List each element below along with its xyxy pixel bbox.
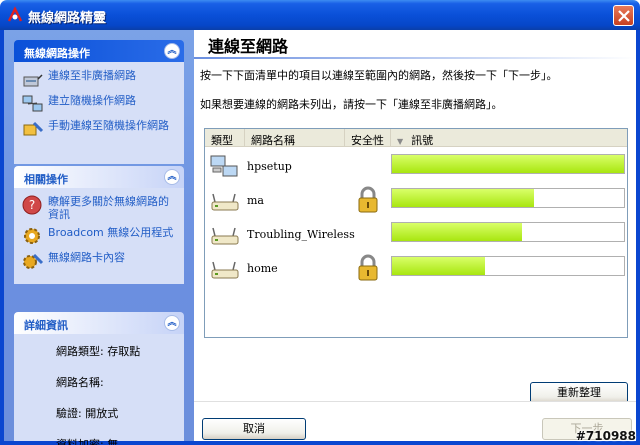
wireless-tasks-panel: 無線網路操作 ︽ 連線至非廣播網路 建立隨機操作網路 手動連線至隨機操作網路 [14, 40, 184, 164]
network-ssid: ma [247, 194, 264, 207]
lock-icon [358, 254, 378, 281]
details-header[interactable]: 詳細資訊 ︽ [14, 312, 184, 334]
window-title: 無線網路精靈 [28, 11, 107, 26]
panel-title: 相關操作 [24, 173, 68, 186]
detail-authentication: 驗證: 開放式 [56, 407, 119, 420]
network-list[interactable]: 類型 網路名稱 安全性 ▼ 訊號 hpsetup ma Troubling_Wirel… [204, 128, 628, 338]
related-tasks-panel: 相關操作 ︽ ? 瞭解更多關於無線網路的資訊 Broadcom 無線公用程式 無… [14, 166, 184, 284]
task-label: 瞭解更多關於無線網路的資訊 [48, 195, 169, 221]
panel-body: ? 瞭解更多關於無線網路的資訊 Broadcom 無線公用程式 無線網路卡內容 [14, 188, 184, 284]
task-label: 建立隨機操作網路 [48, 94, 136, 107]
panel-title: 無線網路操作 [24, 47, 90, 60]
task-label: 手動連線至隨機操作網路 [48, 119, 169, 132]
detail-network-type: 網路類型: 存取點 [56, 345, 141, 358]
column-ssid[interactable]: 網路名稱 [245, 129, 345, 147]
wireless-tasks-header[interactable]: 無線網路操作 ︽ [14, 40, 184, 62]
svg-text:?: ? [29, 198, 35, 212]
network-connect-icon [23, 74, 43, 87]
watermark: #710988 [575, 429, 636, 443]
task-label: Broadcom 無線公用程式 [48, 226, 174, 239]
wizard-button-bar: 取消 下一步 [194, 401, 636, 441]
title-bar[interactable]: 無線網路精靈 [0, 0, 640, 30]
column-signal[interactable]: ▼ 訊號 [391, 129, 629, 147]
network-row[interactable]: home [205, 252, 627, 284]
signal-strength-bar [391, 188, 625, 208]
network-ssid: Troubling_Wireless [247, 228, 355, 241]
detail-encryption: 資料加密: 無 [56, 438, 119, 445]
window-frame: 無線網路操作 ︽ 連線至非廣播網路 建立隨機操作網路 手動連線至隨機操作網路 相… [0, 30, 640, 445]
network-row[interactable]: Troubling_Wireless [205, 218, 627, 250]
wireless-wizard-icon [7, 6, 23, 22]
network-ssid: home [247, 262, 278, 275]
main-content: 連線至網路 按一下下面清單中的項目以連線至範圍內的網路，然後按一下「下一步」。 … [194, 30, 636, 441]
adapter-properties-icon [23, 253, 44, 269]
router-icon [211, 227, 239, 245]
close-icon [618, 10, 630, 22]
help-icon: ? [22, 195, 42, 215]
details-panel: 詳細資訊 ︽ 網路類型: 存取點 網路名稱: 驗證: 開放式 資料加密: 無 [14, 312, 184, 445]
task-broadcom-utility[interactable]: Broadcom 無線公用程式 [22, 226, 178, 246]
network-row[interactable]: hpsetup [205, 150, 627, 182]
task-manual-adhoc[interactable]: 手動連線至隨機操作網路 [22, 119, 178, 139]
instruction-select: 按一下下面清單中的項目以連線至範圍內的網路，然後按一下「下一步」。 [200, 69, 558, 82]
column-security[interactable]: 安全性 [345, 129, 391, 147]
window-body: 無線網路操作 ︽ 連線至非廣播網路 建立隨機操作網路 手動連線至隨機操作網路 相… [4, 30, 636, 445]
signal-strength-bar [391, 222, 625, 242]
collapse-chevron-icon[interactable]: ︽ [164, 169, 180, 185]
adhoc-network-icon [22, 95, 43, 112]
panel-title: 詳細資訊 [24, 319, 68, 332]
signal-strength-bar [391, 154, 625, 174]
collapse-chevron-icon[interactable]: ︽ [164, 315, 180, 331]
computer-adhoc-icon [210, 155, 238, 177]
column-type[interactable]: 類型 [205, 129, 245, 147]
signal-strength-bar [391, 256, 625, 276]
list-header: 類型 網路名稱 安全性 ▼ 訊號 [205, 129, 627, 147]
network-row[interactable]: ma [205, 184, 627, 216]
title-divider [194, 57, 636, 59]
task-learn-more[interactable]: ? 瞭解更多關於無線網路的資訊 [22, 195, 178, 221]
column-signal-label: 訊號 [411, 134, 434, 147]
manual-connect-icon [23, 121, 44, 136]
gear-icon [24, 228, 40, 244]
network-ssid: hpsetup [247, 160, 292, 173]
lock-icon [358, 186, 378, 213]
signal-fill [392, 257, 485, 275]
instruction-non-broadcast: 如果想要連線的網路未列出，請按一下「連線至非廣播網路」。 [200, 98, 503, 111]
signal-fill [392, 223, 522, 241]
task-connect-non-broadcast[interactable]: 連線至非廣播網路 [22, 69, 178, 89]
detail-network-name: 網路名稱: [56, 376, 104, 389]
task-adapter-properties[interactable]: 無線網路卡內容 [22, 251, 178, 271]
cancel-button[interactable]: 取消 [202, 418, 306, 440]
signal-fill [392, 189, 534, 207]
sort-down-icon: ▼ [397, 137, 404, 146]
router-icon [211, 193, 239, 211]
related-tasks-header[interactable]: 相關操作 ︽ [14, 166, 184, 188]
panel-body: 連線至非廣播網路 建立隨機操作網路 手動連線至隨機操作網路 [14, 62, 184, 164]
collapse-chevron-icon[interactable]: ︽ [164, 43, 180, 59]
panel-body: 網路類型: 存取點 網路名稱: 驗證: 開放式 資料加密: 無 [14, 334, 184, 445]
task-label: 無線網路卡內容 [48, 251, 125, 264]
close-button[interactable] [613, 5, 634, 26]
page-title: 連線至網路 [208, 37, 289, 56]
task-label: 連線至非廣播網路 [48, 69, 136, 82]
task-create-adhoc[interactable]: 建立隨機操作網路 [22, 94, 178, 114]
router-icon [211, 261, 239, 279]
signal-fill [392, 155, 624, 173]
task-pane: 無線網路操作 ︽ 連線至非廣播網路 建立隨機操作網路 手動連線至隨機操作網路 相… [4, 30, 194, 445]
